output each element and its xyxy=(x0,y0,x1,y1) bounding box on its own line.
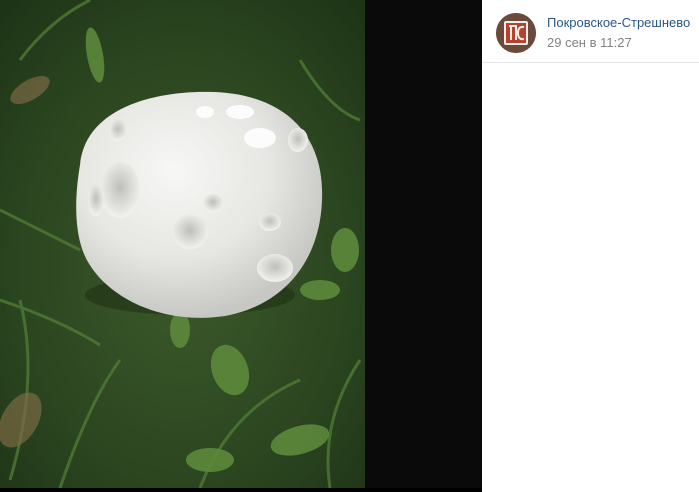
post-date[interactable]: 29 сен в 11:27 xyxy=(547,35,632,50)
photo-viewer: Покровское-Стрешнево 29 сен в 11:27 xyxy=(0,0,699,492)
post-header: Покровское-Стрешнево 29 сен в 11:27 xyxy=(482,0,699,63)
viewer-backdrop xyxy=(365,0,482,492)
viewer-bottom-edge xyxy=(0,488,482,492)
post-photo[interactable] xyxy=(0,0,365,488)
community-avatar[interactable] xyxy=(496,13,536,53)
post-author-link[interactable]: Покровское-Стрешнево xyxy=(547,15,690,30)
mushroom-photo-image xyxy=(0,0,365,488)
community-logo-icon xyxy=(496,13,536,53)
post-info-panel: Покровское-Стрешнево 29 сен в 11:27 xyxy=(482,0,699,492)
